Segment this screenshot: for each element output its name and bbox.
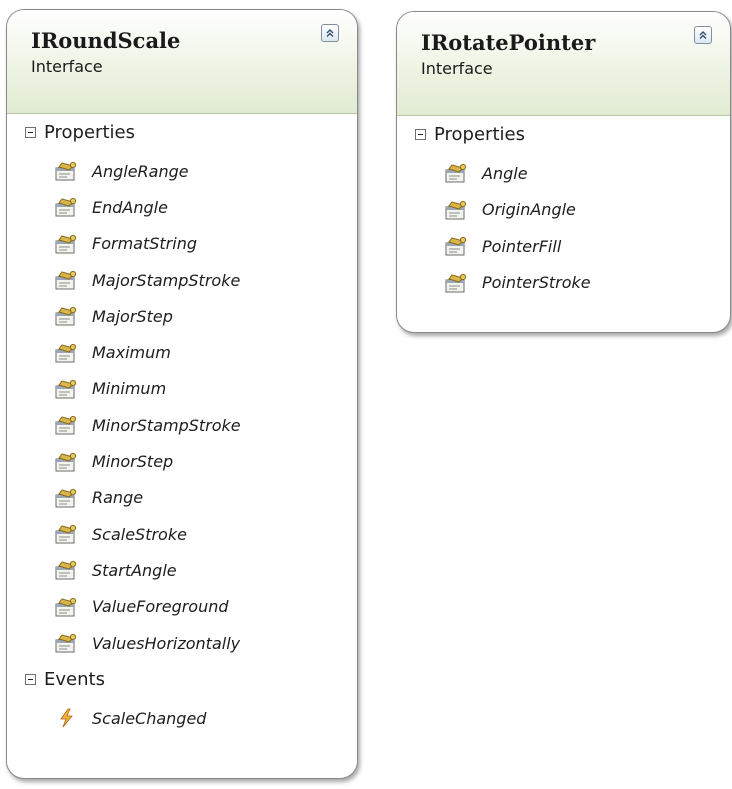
member-name: Angle: [482, 163, 528, 183]
class-shape-iroundscale[interactable]: IRoundScale Interface Properties AngleRa…: [6, 9, 358, 779]
property-icon: [55, 270, 77, 290]
chevron-up-icon: [326, 29, 334, 37]
member-name: FormatString: [92, 234, 197, 254]
property-icon: [55, 633, 77, 653]
property-row[interactable]: FormatString: [7, 226, 357, 262]
section-properties-header[interactable]: Properties: [7, 114, 357, 150]
property-icon: [55, 379, 77, 399]
property-row[interactable]: AngleRange: [7, 153, 357, 189]
minus-box-icon[interactable]: [25, 126, 36, 138]
shape-header: IRotatePointer Interface: [397, 12, 730, 116]
section-properties-header[interactable]: Properties: [397, 116, 730, 152]
member-name: ScaleStroke: [92, 524, 187, 544]
property-icon: [445, 273, 467, 293]
section-label: Properties: [434, 123, 525, 145]
section-events-header[interactable]: Events: [7, 661, 357, 697]
property-icon: [55, 162, 77, 181]
member-name: PointerStroke: [482, 273, 591, 293]
section-label: Events: [44, 668, 105, 690]
member-name: ScaleChanged: [92, 708, 207, 728]
collapse-button[interactable]: [321, 24, 339, 42]
property-icon: [445, 164, 467, 183]
event-icon: [60, 708, 73, 728]
property-list: Angle OriginAngle PointerFill PointerStr…: [397, 152, 730, 301]
member-name: Minimum: [92, 379, 167, 399]
member-name: StartAngle: [92, 560, 177, 580]
property-row[interactable]: Range: [7, 480, 357, 516]
property-row[interactable]: ValuesHorizontally: [7, 625, 357, 661]
property-row[interactable]: MinorStep: [7, 443, 357, 479]
property-row[interactable]: Angle: [397, 155, 730, 192]
shape-title: IRoundScale: [31, 28, 181, 53]
member-name: MajorStampStroke: [92, 270, 241, 290]
property-row[interactable]: Minimum: [7, 371, 357, 407]
member-name: OriginAngle: [482, 200, 576, 220]
property-icon: [55, 488, 77, 508]
property-icon: [55, 343, 77, 363]
property-icon: [55, 307, 77, 326]
property-icon: [55, 561, 77, 580]
event-list: ScaleChanged: [7, 697, 357, 736]
property-row[interactable]: EndAngle: [7, 189, 357, 225]
member-name: Range: [92, 488, 144, 508]
section-label: Properties: [44, 121, 135, 143]
shape-kind: Interface: [31, 57, 103, 76]
shape-header: IRoundScale Interface: [7, 10, 357, 114]
property-row[interactable]: MinorStampStroke: [7, 407, 357, 443]
property-row[interactable]: MajorStep: [7, 298, 357, 334]
member-name: ValueForeground: [92, 597, 229, 617]
property-icon: [55, 525, 77, 544]
property-icon: [445, 237, 467, 256]
property-row[interactable]: MajorStampStroke: [7, 262, 357, 298]
event-row[interactable]: ScaleChanged: [7, 700, 357, 736]
property-row[interactable]: Maximum: [7, 334, 357, 370]
member-name: ValuesHorizontally: [92, 633, 241, 653]
chevron-up-icon: [699, 31, 707, 39]
property-row[interactable]: PointerFill: [397, 228, 730, 265]
class-shape-irotatepointer[interactable]: IRotatePointer Interface Properties Angl…: [396, 11, 731, 333]
property-icon: [55, 452, 77, 472]
member-name: MinorStep: [92, 452, 174, 472]
shape-title: IRotatePointer: [421, 30, 596, 55]
minus-box-icon[interactable]: [25, 673, 36, 685]
shape-kind: Interface: [421, 59, 493, 78]
property-icon: [55, 234, 77, 254]
property-list: AngleRange EndAngle FormatString MajorSt…: [7, 150, 357, 661]
property-icon: [445, 200, 467, 220]
member-name: Maximum: [92, 343, 171, 363]
property-row[interactable]: ValueForeground: [7, 589, 357, 625]
member-name: MajorStep: [92, 306, 173, 326]
member-name: AngleRange: [92, 161, 189, 181]
property-icon: [55, 597, 77, 617]
member-name: EndAngle: [92, 197, 168, 217]
member-name: PointerFill: [482, 236, 562, 256]
property-row[interactable]: ScaleStroke: [7, 516, 357, 552]
property-row[interactable]: OriginAngle: [397, 192, 730, 229]
collapse-button[interactable]: [694, 26, 712, 44]
property-icon: [55, 198, 77, 217]
property-icon: [55, 416, 77, 435]
minus-box-icon[interactable]: [415, 128, 426, 140]
property-row[interactable]: StartAngle: [7, 552, 357, 588]
property-row[interactable]: PointerStroke: [397, 265, 730, 302]
member-name: MinorStampStroke: [92, 415, 241, 435]
